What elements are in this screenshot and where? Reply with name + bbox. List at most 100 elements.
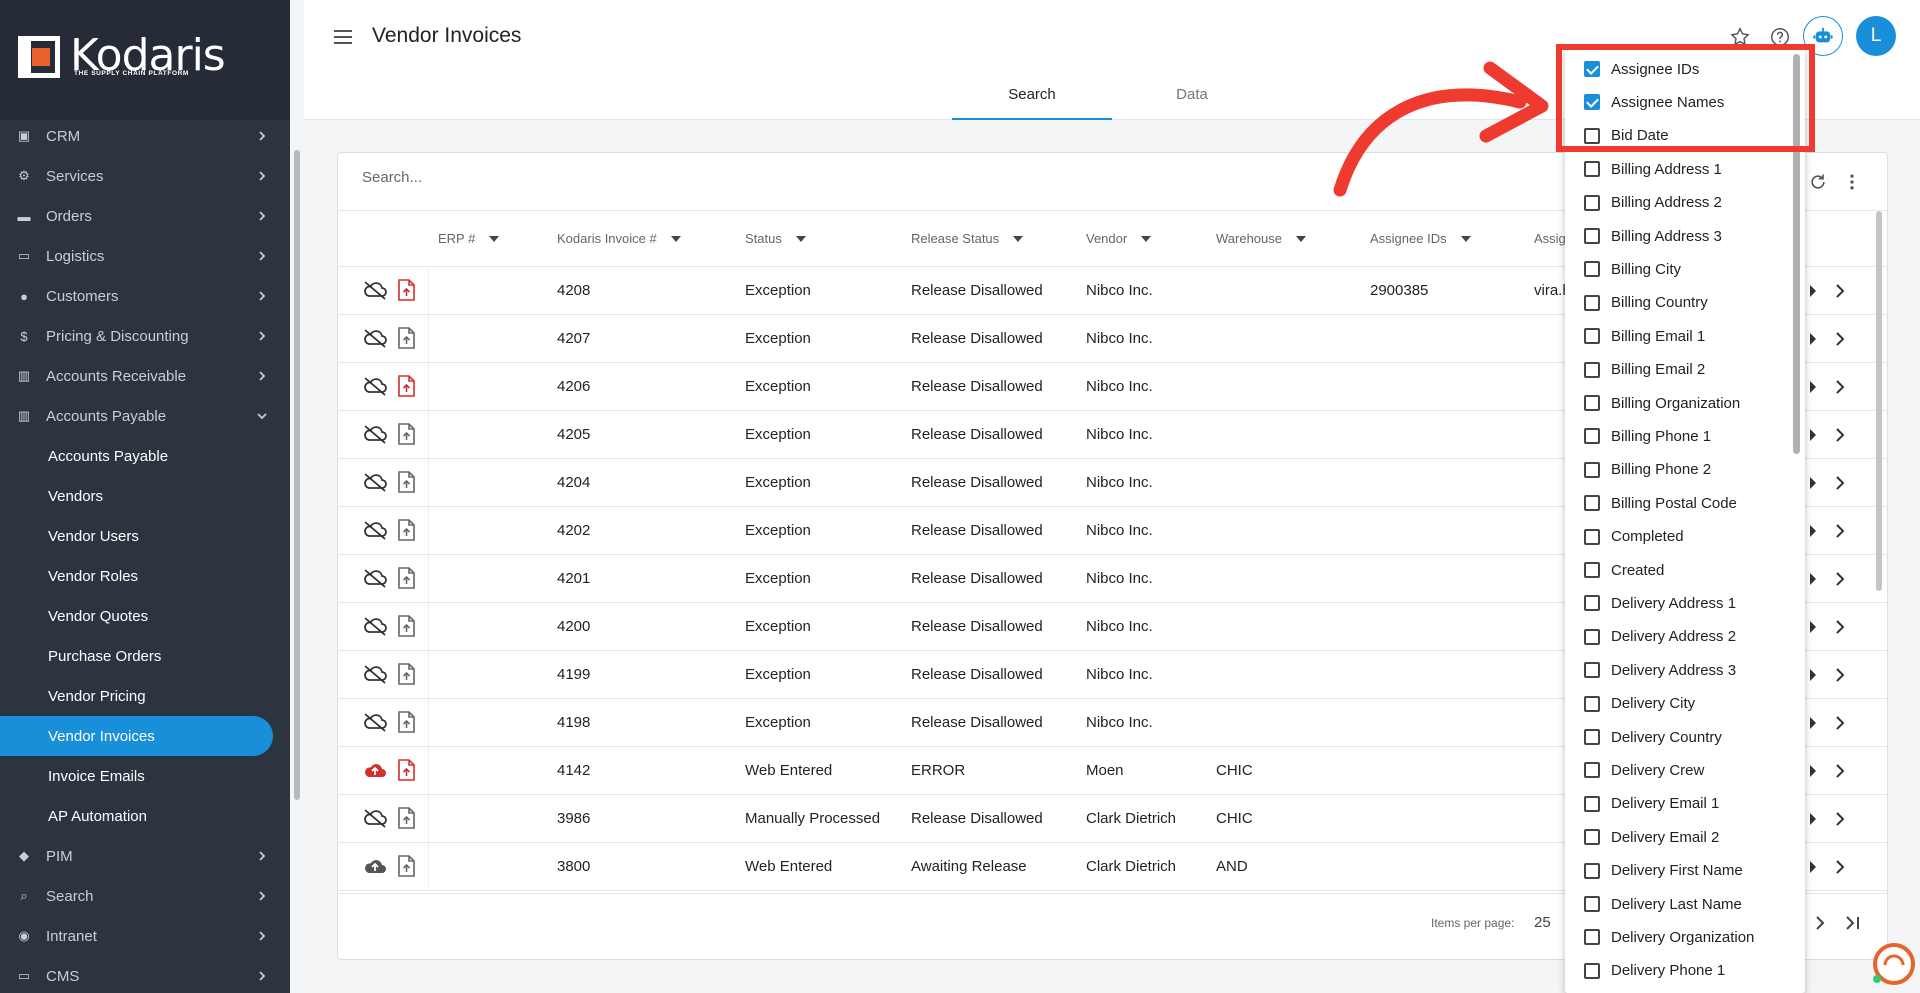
file-upload-icon[interactable] <box>397 807 415 829</box>
row-chevron-right-icon[interactable] <box>1832 810 1848 828</box>
checkbox[interactable] <box>1584 896 1600 912</box>
column-header-vendor[interactable]: Vendor <box>1086 231 1152 246</box>
checkbox[interactable] <box>1584 829 1600 846</box>
checkbox[interactable] <box>1584 729 1600 745</box>
column-option-delivery-address-2[interactable]: Delivery Address 2 <box>1565 622 1805 652</box>
cloud-off-icon[interactable] <box>362 471 388 493</box>
file-upload-icon[interactable] <box>397 711 415 733</box>
row-chevron-right-icon[interactable] <box>1832 666 1848 684</box>
next-page-icon[interactable] <box>1812 914 1828 932</box>
column-option-delivery-first-name[interactable]: Delivery First Name <box>1565 856 1805 886</box>
cloud-off-icon[interactable] <box>362 375 388 397</box>
row-action-icon[interactable] <box>1808 282 1818 300</box>
cloud-off-icon[interactable] <box>362 423 388 445</box>
sidebar-item-accounts-payable[interactable]: ▥ Accounts Payable <box>0 396 290 436</box>
column-option-billing-phone-1[interactable]: Billing Phone 1 <box>1565 421 1805 451</box>
row-action-icon[interactable] <box>1808 762 1818 780</box>
checkbox[interactable] <box>1584 194 1600 211</box>
column-option-delivery-organization[interactable]: Delivery Organization <box>1565 922 1805 952</box>
checkbox[interactable] <box>1584 428 1600 445</box>
sidebar-item-orders[interactable]: ▬ Orders <box>0 196 290 236</box>
column-option-billing-city[interactable]: Billing City <box>1565 254 1805 284</box>
cloud-off-icon[interactable] <box>362 663 388 685</box>
checkbox[interactable] <box>1584 528 1600 545</box>
cloud-off-icon[interactable] <box>362 807 388 829</box>
checkbox[interactable] <box>1584 862 1600 879</box>
column-header-erp[interactable]: ERP # <box>438 231 500 246</box>
column-option-delivery-country[interactable]: Delivery Country <box>1565 722 1805 752</box>
column-option-billing-address-1[interactable]: Billing Address 1 <box>1565 154 1805 184</box>
row-action-icon[interactable] <box>1808 522 1818 540</box>
column-header-kodaris-invoice[interactable]: Kodaris Invoice # <box>557 231 681 246</box>
row-chevron-right-icon[interactable] <box>1832 714 1848 732</box>
sidebar-subitem-purchase-orders[interactable]: Purchase Orders <box>0 636 290 676</box>
row-chevron-right-icon[interactable] <box>1832 330 1848 348</box>
column-header-assignee-names[interactable]: Assig <box>1534 231 1566 246</box>
file-upload-icon[interactable] <box>397 615 415 637</box>
checkbox[interactable] <box>1584 695 1600 712</box>
checkbox[interactable] <box>1584 929 1600 946</box>
sidebar-subitem-ap-automation[interactable]: AP Automation <box>0 796 290 836</box>
column-header-assignee-ids[interactable]: Assignee IDs <box>1370 231 1471 246</box>
logo[interactable]: Kodaris THE SUPPLY CHAIN PLATFORM <box>0 0 290 120</box>
checkbox[interactable] <box>1584 228 1600 244</box>
column-option-delivery-email-1[interactable]: Delivery Email 1 <box>1565 789 1805 819</box>
sort-caret-icon[interactable] <box>1460 235 1471 242</box>
sort-caret-icon[interactable] <box>1296 235 1306 242</box>
column-option-delivery-address-1[interactable]: Delivery Address 1 <box>1565 588 1805 618</box>
checkbox[interactable] <box>1584 294 1600 311</box>
checkbox[interactable] <box>1584 628 1600 645</box>
sidebar-item-intranet[interactable]: ◉ Intranet <box>0 916 290 956</box>
cloud-off-icon[interactable] <box>362 519 388 541</box>
column-option-billing-country[interactable]: Billing Country <box>1565 288 1805 318</box>
cloud-off-icon[interactable] <box>362 711 388 733</box>
column-option-billing-email-2[interactable]: Billing Email 2 <box>1565 355 1805 385</box>
sidebar-item-cms[interactable]: ▭ CMS <box>0 956 290 993</box>
sidebar-subitem-vendor-roles[interactable]: Vendor Roles <box>0 556 290 596</box>
cloud-upload-icon[interactable] <box>362 855 388 877</box>
last-page-icon[interactable] <box>1844 914 1862 932</box>
sidebar-item-accounts-receivable[interactable]: ▥ Accounts Receivable <box>0 356 290 396</box>
checkbox[interactable] <box>1584 161 1600 178</box>
column-option-delivery-crew[interactable]: Delivery Crew <box>1565 755 1805 785</box>
sort-caret-icon[interactable] <box>795 235 806 242</box>
table-scrollbar-thumb[interactable] <box>1876 211 1882 591</box>
column-header-warehouse[interactable]: Warehouse <box>1216 231 1306 246</box>
column-option-billing-email-1[interactable]: Billing Email 1 <box>1565 321 1805 351</box>
file-upload-icon[interactable] <box>397 279 415 301</box>
column-header-status[interactable]: Status <box>745 231 806 246</box>
user-avatar[interactable]: L <box>1856 16 1896 56</box>
row-chevron-right-icon[interactable] <box>1832 282 1848 300</box>
file-upload-icon[interactable] <box>397 759 415 781</box>
cloud-off-icon[interactable] <box>362 615 388 637</box>
checkbox[interactable] <box>1584 461 1600 478</box>
tab-data[interactable]: Data <box>1112 78 1272 120</box>
sidebar-item-services[interactable]: ⚙ Services <box>0 156 290 196</box>
checkbox[interactable] <box>1584 328 1600 345</box>
row-action-icon[interactable] <box>1808 426 1818 444</box>
sort-caret-icon[interactable] <box>670 235 681 242</box>
column-option-billing-organization[interactable]: Billing Organization <box>1565 388 1805 418</box>
column-option-completed[interactable]: Completed <box>1565 522 1805 552</box>
file-upload-icon[interactable] <box>397 423 415 445</box>
checkbox[interactable] <box>1584 562 1600 578</box>
cloud-off-icon[interactable] <box>362 327 388 349</box>
file-upload-icon[interactable] <box>397 519 415 541</box>
column-option-delivery-city[interactable]: Delivery City <box>1565 689 1805 719</box>
file-upload-icon[interactable] <box>397 567 415 589</box>
column-option-delivery-phone-1[interactable]: Delivery Phone 1 <box>1565 956 1805 986</box>
checkbox[interactable] <box>1584 395 1600 411</box>
row-chevron-right-icon[interactable] <box>1832 570 1848 588</box>
sidebar-item-crm[interactable]: ▣ CRM <box>0 116 290 156</box>
sidebar-item-customers[interactable]: ● Customers <box>0 276 290 316</box>
row-chevron-right-icon[interactable] <box>1832 522 1848 540</box>
checkbox[interactable] <box>1584 261 1600 278</box>
search-input[interactable] <box>362 169 762 186</box>
row-action-icon[interactable] <box>1808 330 1818 348</box>
chat-support-icon[interactable] <box>1869 941 1915 987</box>
cloud-off-icon[interactable] <box>362 567 388 589</box>
checkbox[interactable] <box>1584 361 1600 378</box>
file-upload-icon[interactable] <box>397 471 415 493</box>
row-chevron-right-icon[interactable] <box>1832 762 1848 780</box>
row-chevron-right-icon[interactable] <box>1832 618 1848 636</box>
